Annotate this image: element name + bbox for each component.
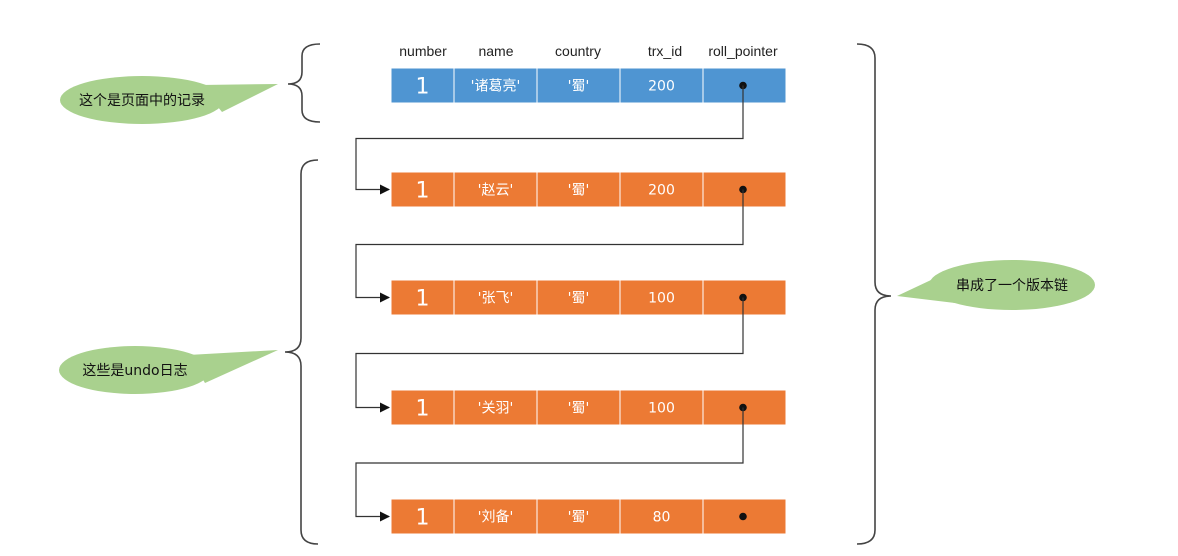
column-header-number: number — [399, 43, 447, 59]
page-record-bracket — [287, 43, 321, 123]
cell-country-value: '蜀' — [568, 183, 590, 199]
cell-trx-id-value: 200 — [648, 183, 675, 199]
version-chain-bracket — [856, 43, 892, 545]
cell-number-value: 1 — [416, 287, 430, 312]
roll-pointer-dot — [739, 512, 747, 521]
undo-log-row: 1 '张飞' '蜀' 100 — [390, 279, 787, 316]
version-chain-diagram: number name country trx_id roll_pointer … — [59, 43, 1095, 545]
column-header-trx-id: trx_id — [648, 43, 682, 59]
callout-page-record: 这个是页面中的记录 — [60, 76, 278, 124]
callout-undo-log: 这些是undo日志 — [59, 346, 278, 394]
cell-number-value: 1 — [416, 397, 430, 422]
cell-country-value: '蜀' — [568, 291, 590, 307]
column-header-name: name — [478, 43, 513, 59]
column-headers: number name country trx_id roll_pointer — [399, 43, 778, 59]
callout-undo-log-text: 这些是undo日志 — [82, 362, 187, 379]
cell-name-value: '刘备' — [478, 509, 514, 526]
callout-page-record-text: 这个是页面中的记录 — [79, 92, 205, 109]
cell-name-value: '关羽' — [478, 401, 514, 417]
cell-trx-id-value: 200 — [648, 79, 675, 95]
undo-log-row: 1 '刘备' '蜀' 80 — [390, 498, 787, 535]
current-record-row: 1 '诸葛亮' '蜀' 200 — [390, 67, 787, 104]
cell-name-value: '赵云' — [478, 183, 514, 199]
cell-country-value: '蜀' — [568, 401, 590, 417]
cell-country-value: '蜀' — [568, 510, 590, 526]
callout-version-chain-text: 串成了一个版本链 — [956, 278, 1068, 294]
undo-log-row: 1 '赵云' '蜀' 200 — [390, 171, 787, 208]
cell-country-value: '蜀' — [568, 79, 590, 95]
cell-name-value: '张飞' — [478, 291, 514, 307]
cell-trx-id-value: 100 — [648, 291, 675, 307]
cell-number-value: 1 — [416, 75, 430, 100]
undo-log-row: 1 '关羽' '蜀' 100 — [390, 389, 787, 426]
cell-trx-id-value: 100 — [648, 401, 675, 417]
callout-version-chain: 串成了一个版本链 — [897, 260, 1095, 310]
column-header-roll-pointer: roll_pointer — [708, 43, 778, 59]
column-header-country: country — [555, 43, 601, 59]
undo-log-bracket — [284, 159, 319, 545]
cell-name-value: '诸葛亮' — [471, 78, 521, 95]
cell-trx-id-value: 80 — [653, 510, 671, 526]
cell-number-value: 1 — [416, 179, 430, 204]
cell-number-value: 1 — [416, 506, 430, 531]
